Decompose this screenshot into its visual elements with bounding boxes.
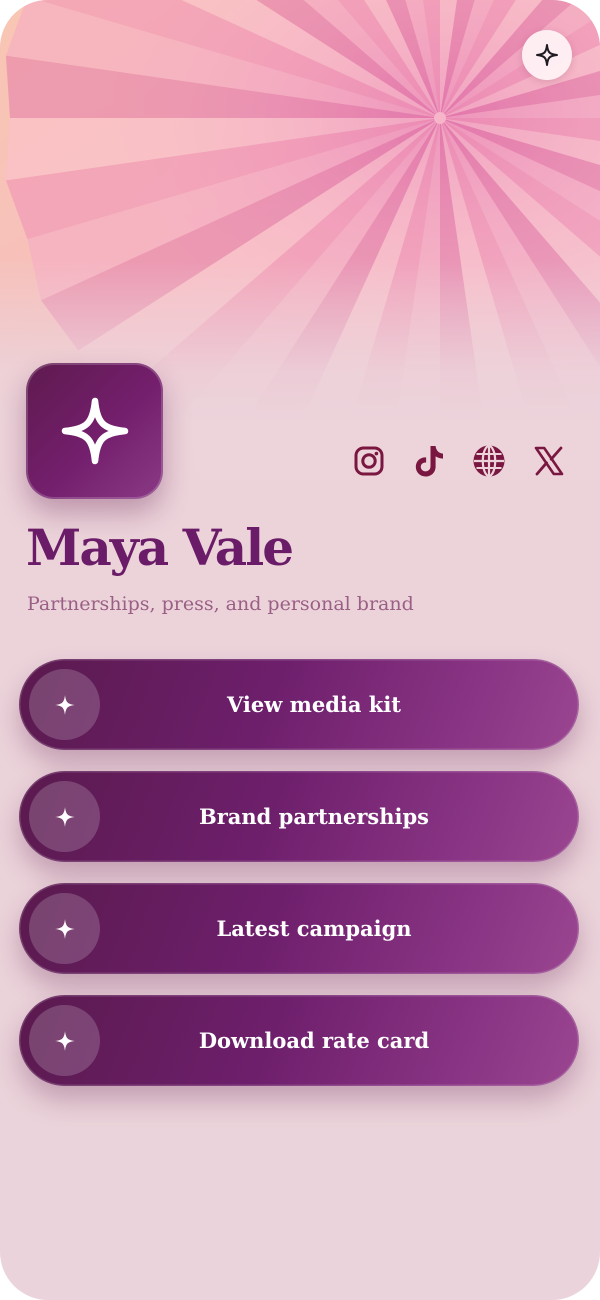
sparkle-icon xyxy=(61,397,128,465)
profile-page: Maya Vale Partnerships, press, and perso… xyxy=(0,0,600,1300)
profile-name: Maya Vale xyxy=(26,518,294,577)
link-label: Latest campaign xyxy=(216,916,412,941)
view-media-kit-button[interactable]: View media kit xyxy=(19,659,579,750)
tiktok-icon xyxy=(415,446,443,477)
sparkle-icon xyxy=(536,44,558,66)
hero-artwork xyxy=(0,0,600,420)
social-links xyxy=(348,440,570,482)
profile-tagline: Partnerships, press, and personal brand xyxy=(27,593,414,615)
website-link[interactable] xyxy=(468,440,510,482)
link-label: Download rate card xyxy=(198,1028,430,1053)
tiktok-link[interactable] xyxy=(408,440,450,482)
instagram-link[interactable] xyxy=(348,440,390,482)
link-label: Brand partnerships xyxy=(198,804,429,829)
latest-campaign-button[interactable]: Latest campaign xyxy=(19,883,579,974)
sparkle-action-button[interactable] xyxy=(522,30,572,80)
link-label: View media kit xyxy=(226,692,402,717)
x-icon xyxy=(534,446,564,476)
x-link[interactable] xyxy=(528,440,570,482)
globe-icon xyxy=(473,444,505,478)
brand-partnerships-button[interactable]: Brand partnerships xyxy=(19,771,579,862)
link-list: View media kit Brand partnerships Latest… xyxy=(19,659,579,1107)
download-rate-card-button[interactable]: Download rate card xyxy=(19,995,579,1086)
instagram-icon xyxy=(354,446,384,476)
avatar xyxy=(26,363,163,499)
